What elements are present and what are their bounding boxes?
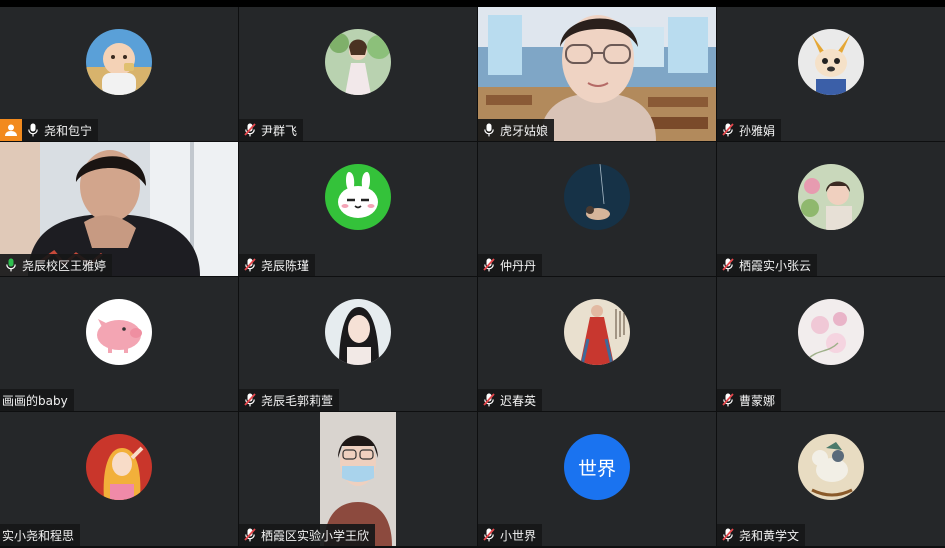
- mic-muted-icon: [241, 389, 259, 411]
- participant-name-bar: 尧和包宁: [0, 119, 99, 141]
- participant-video-grid: 尧和包宁 尹群飞 虎牙姑娘 孙雅娟 尧辰校区王雅婷 尧辰陈瑾 仲丹丹 栖霞实小张…: [0, 7, 945, 548]
- cartoon-dog-avatar: [798, 29, 864, 95]
- participant-name: 尧辰毛郭莉萱: [261, 393, 334, 408]
- mic-muted-icon: [241, 254, 259, 276]
- participant-name: 尧和黄学文: [739, 528, 800, 543]
- text-avatar: 世界: [564, 434, 630, 500]
- baby-photo-avatar: [86, 29, 152, 95]
- participant-tile[interactable]: 孙雅娟: [717, 7, 945, 141]
- pink-flowers-avatar: [798, 299, 864, 365]
- participant-name-bar: 孙雅娟: [717, 119, 782, 141]
- mic-muted-icon: [480, 389, 498, 411]
- participant-tile[interactable]: 迟春英: [478, 277, 716, 411]
- green-rabbit-avatar: [325, 164, 391, 230]
- mic-muted-icon: [241, 524, 259, 546]
- mic-active-icon: [2, 254, 20, 276]
- participant-name: 迟春英: [500, 393, 537, 408]
- participant-name-bar: 尧辰陈瑾: [239, 254, 316, 276]
- participant-name-bar: 尧和黄学文: [717, 524, 806, 546]
- participant-tile[interactable]: 世界 小世界: [478, 412, 716, 546]
- participant-name: 尧和包宁: [44, 123, 93, 138]
- participant-name: 孙雅娟: [739, 123, 776, 138]
- participant-tile[interactable]: 虎牙姑娘: [478, 7, 716, 141]
- participant-name-bar: 曹蒙娜: [717, 389, 782, 411]
- mic-muted-icon: [241, 119, 259, 141]
- mic-muted-icon: [719, 254, 737, 276]
- participant-tile-active-speaker[interactable]: 尧辰校区王雅婷: [0, 142, 238, 276]
- woman-in-dress-avatar: [325, 29, 391, 95]
- woman-portrait-avatar: [325, 299, 391, 365]
- participant-name-bar: 栖霞区实验小学王欣: [239, 524, 376, 546]
- participant-tile[interactable]: 尧辰毛郭莉萱: [239, 277, 477, 411]
- rocking-horse-avatar: [798, 434, 864, 500]
- mic-on-icon: [480, 119, 498, 141]
- mic-muted-icon: [719, 389, 737, 411]
- participant-name-bar: 尧辰毛郭莉萱: [239, 389, 340, 411]
- participant-name: 栖霞区实验小学王欣: [261, 528, 370, 543]
- participant-tile[interactable]: 画画的baby: [0, 277, 238, 411]
- dark-blue-photo-avatar: [564, 164, 630, 230]
- participant-name: 曹蒙娜: [739, 393, 776, 408]
- red-dress-painting-avatar: [564, 299, 630, 365]
- participant-name: 虎牙姑娘: [500, 123, 549, 138]
- participant-name-bar: 迟春英: [478, 389, 543, 411]
- mic-muted-icon: [480, 524, 498, 546]
- participant-name: 栖霞实小张云: [739, 258, 812, 273]
- cartoon-girl-avatar: [86, 434, 152, 500]
- participant-name: 小世界: [500, 528, 537, 543]
- participant-name-bar: 尹群飞: [239, 119, 304, 141]
- participant-tile[interactable]: 栖霞实小张云: [717, 142, 945, 276]
- participant-tile[interactable]: 实小尧和程思: [0, 412, 238, 546]
- participant-tile[interactable]: 尧辰陈瑾: [239, 142, 477, 276]
- flower-photo-avatar: [798, 164, 864, 230]
- participant-tile[interactable]: 曹蒙娜: [717, 277, 945, 411]
- participant-name-bar: 尧辰校区王雅婷: [0, 254, 113, 276]
- participant-name: 画画的baby: [2, 393, 68, 408]
- participant-name-bar: 仲丹丹: [478, 254, 543, 276]
- mic-muted-icon: [719, 119, 737, 141]
- participant-name: 仲丹丹: [500, 258, 537, 273]
- participant-tile[interactable]: 尹群飞: [239, 7, 477, 141]
- participant-tile[interactable]: 仲丹丹: [478, 142, 716, 276]
- window-top-bar: [0, 0, 945, 7]
- participant-name-bar: 虎牙姑娘: [478, 119, 555, 141]
- mic-muted-icon: [719, 524, 737, 546]
- host-badge-icon: [0, 119, 22, 141]
- participant-name-bar: 小世界: [478, 524, 543, 546]
- participant-name: 尧辰陈瑾: [261, 258, 310, 273]
- participant-name: 尧辰校区王雅婷: [22, 258, 107, 273]
- participant-name: 实小尧和程思: [2, 528, 75, 543]
- participant-name-bar: 栖霞实小张云: [717, 254, 818, 276]
- participant-tile[interactable]: 栖霞区实验小学王欣: [239, 412, 477, 546]
- pink-pig-avatar: [86, 299, 152, 365]
- participant-tile[interactable]: 尧和黄学文: [717, 412, 945, 546]
- mic-muted-icon: [480, 254, 498, 276]
- participant-name: 尹群飞: [261, 123, 298, 138]
- mic-on-icon: [24, 119, 42, 141]
- participant-tile[interactable]: 尧和包宁: [0, 7, 238, 141]
- participant-name-bar: 画画的baby: [0, 389, 74, 411]
- participant-name-bar: 实小尧和程思: [0, 524, 81, 546]
